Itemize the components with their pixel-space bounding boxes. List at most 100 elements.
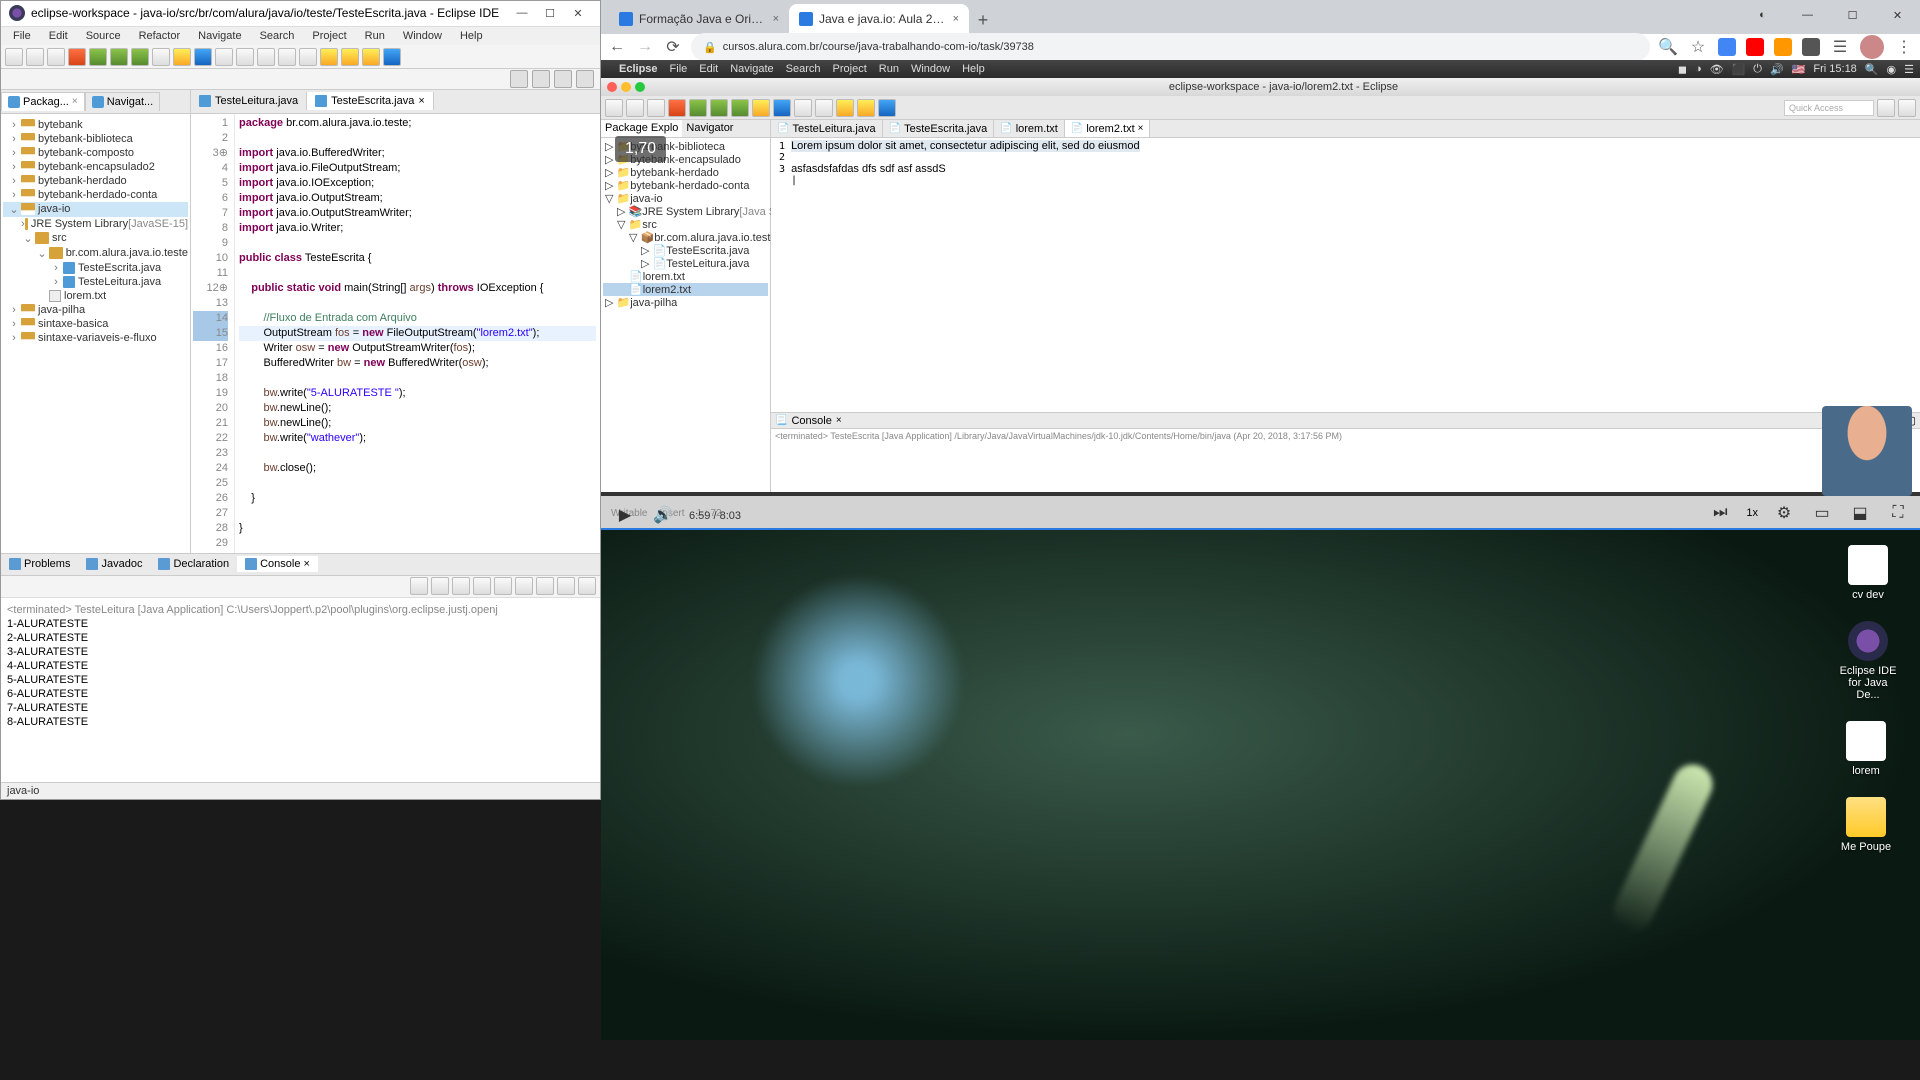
terminate-icon[interactable] — [410, 577, 428, 595]
close-icon[interactable]: × — [72, 96, 78, 107]
back-icon[interactable] — [341, 48, 359, 66]
tree-item-jre[interactable]: ›JRE System Library [JavaSE-15] — [3, 217, 188, 231]
next-annotation-icon[interactable] — [278, 48, 296, 66]
tab-javadoc[interactable]: Javadoc — [78, 556, 150, 572]
settings-icon[interactable]: ⚙ — [1772, 501, 1796, 525]
menu-file[interactable]: File — [5, 28, 39, 44]
omnibox[interactable]: 🔒cursos.alura.com.br/course/java-trabalh… — [691, 33, 1650, 61]
java-perspective-icon[interactable] — [554, 70, 572, 88]
maximize-button[interactable]: ☐ — [1830, 0, 1875, 30]
tree-item-package[interactable]: ⌄br.com.alura.java.io.teste — [3, 246, 188, 261]
new-button[interactable] — [5, 48, 23, 66]
menu-search[interactable]: Search — [252, 28, 303, 44]
tree-item-src[interactable]: ⌄src — [3, 231, 188, 246]
bookmark-icon[interactable]: ☆ — [1688, 37, 1708, 57]
close-icon[interactable]: × — [953, 13, 959, 25]
minimize-button[interactable]: — — [1785, 0, 1830, 30]
tree-item[interactable]: ›bytebank — [3, 118, 188, 132]
close-icon[interactable]: × — [303, 558, 309, 570]
remove-all-icon[interactable] — [452, 577, 470, 595]
coverage-button[interactable] — [131, 48, 149, 66]
desktop-icon-mepoupe[interactable]: Me Poupe — [1836, 797, 1896, 853]
menu-navigate[interactable]: Navigate — [190, 28, 249, 44]
prev-annotation-icon[interactable] — [299, 48, 317, 66]
new-package-icon[interactable] — [173, 48, 191, 66]
extensions-menu-icon[interactable] — [1802, 38, 1820, 56]
pip-icon[interactable]: ⬓ — [1848, 501, 1872, 525]
open-perspective-icon[interactable] — [532, 70, 550, 88]
browser-tab-1[interactable]: Formação Java e Orientação a O× — [609, 4, 789, 34]
display-console-icon[interactable] — [557, 577, 575, 595]
clear-console-icon[interactable] — [473, 577, 491, 595]
tab-console[interactable]: Console× — [237, 556, 318, 572]
reading-list-icon[interactable]: ☰ — [1830, 37, 1850, 57]
close-button[interactable]: ✕ — [1875, 0, 1920, 30]
zoom-icon[interactable]: 🔍 — [1658, 37, 1678, 57]
chrome-menu-icon[interactable]: ⋮ — [1894, 37, 1914, 57]
menu-project[interactable]: Project — [304, 28, 354, 44]
video-player[interactable]: Eclipse File Edit Navigate Search Projec… — [601, 60, 1920, 530]
console-output[interactable]: <terminated> TesteLeitura [Java Applicat… — [1, 598, 600, 782]
close-button[interactable]: ✕ — [564, 3, 592, 23]
tab-problems[interactable]: Problems — [1, 556, 78, 572]
new-tab-button[interactable]: + — [969, 6, 997, 34]
menu-run[interactable]: Run — [357, 28, 393, 44]
theater-icon[interactable]: ▭ — [1810, 501, 1834, 525]
code-editor[interactable]: 123⊕456789101112⊕13141516171819202122232… — [191, 114, 600, 553]
playback-rate[interactable]: 1x — [1746, 507, 1758, 519]
close-icon[interactable]: × — [773, 13, 779, 25]
save-button[interactable] — [26, 48, 44, 66]
last-edit-icon[interactable] — [320, 48, 338, 66]
debug-button[interactable] — [89, 48, 107, 66]
skip-forward-icon[interactable]: ⏭ — [1708, 501, 1732, 525]
tree-item-lorem[interactable]: lorem.txt — [3, 289, 188, 303]
extension-icon[interactable] — [1718, 38, 1736, 56]
skip-breakpoints-icon[interactable] — [68, 48, 86, 66]
tree-item[interactable]: ›bytebank-composto — [3, 146, 188, 160]
reload-button[interactable]: ⟳ — [663, 37, 683, 57]
search-button[interactable] — [236, 48, 254, 66]
tree-item[interactable]: ›sintaxe-basica — [3, 317, 188, 331]
save-all-button[interactable] — [47, 48, 65, 66]
editor-tab-leitura[interactable]: TesteLeitura.java — [191, 92, 307, 110]
desktop-icon-cvdev[interactable]: cv dev — [1836, 545, 1900, 601]
extension-icon[interactable] — [1774, 38, 1792, 56]
titlebar[interactable]: eclipse-workspace - java-io/src/br/com/a… — [1, 1, 600, 27]
close-icon[interactable]: × — [418, 95, 424, 107]
external-tools-button[interactable] — [152, 48, 170, 66]
new-class-icon[interactable] — [194, 48, 212, 66]
minimize-button[interactable]: — — [508, 3, 536, 23]
menu-help[interactable]: Help — [452, 28, 491, 44]
forward-button[interactable]: → — [635, 37, 655, 57]
windows-taskbar[interactable] — [0, 1040, 1920, 1080]
back-button[interactable]: ← — [607, 37, 627, 57]
remove-launch-icon[interactable] — [431, 577, 449, 595]
tree-item[interactable]: ›java-pilha — [3, 303, 188, 317]
editor-tab-escrita[interactable]: TesteEscrita.java× — [307, 92, 434, 110]
tree-item-file[interactable]: ›TesteEscrita.java — [3, 261, 188, 275]
navigator-tab[interactable]: Navigat... — [85, 92, 160, 111]
word-wrap-icon[interactable] — [515, 577, 533, 595]
project-tree[interactable]: ›bytebank ›bytebank-biblioteca ›bytebank… — [1, 114, 190, 553]
open-type-button[interactable] — [215, 48, 233, 66]
tree-item-javaio[interactable]: ⌄java-io — [3, 202, 188, 217]
volume-icon[interactable]: 🔊 — [651, 503, 675, 527]
run-button[interactable] — [110, 48, 128, 66]
extension-icon[interactable] — [1746, 38, 1764, 56]
tree-item[interactable]: ›sintaxe-variaveis-e-fluxo — [3, 331, 188, 345]
desktop-icon-eclipse[interactable]: Eclipse IDE for Java De... — [1836, 621, 1900, 701]
code-text[interactable]: packagepackage br.com.alura.java.io.test… — [235, 114, 600, 553]
debug-perspective-icon[interactable] — [576, 70, 594, 88]
play-button[interactable]: ▶ — [613, 503, 637, 527]
pin-console-icon[interactable] — [536, 577, 554, 595]
menu-window[interactable]: Window — [395, 28, 450, 44]
pin-editor-icon[interactable] — [383, 48, 401, 66]
tree-item[interactable]: ›bytebank-herdado-conta — [3, 188, 188, 202]
maximize-button[interactable]: ☐ — [536, 3, 564, 23]
package-explorer-tab[interactable]: Packag...× — [1, 92, 85, 111]
tree-item-file[interactable]: ›TesteLeitura.java — [3, 275, 188, 289]
toggle-mark-icon[interactable] — [257, 48, 275, 66]
menu-edit[interactable]: Edit — [41, 28, 76, 44]
tree-item[interactable]: ›bytebank-biblioteca — [3, 132, 188, 146]
open-console-icon[interactable] — [578, 577, 596, 595]
